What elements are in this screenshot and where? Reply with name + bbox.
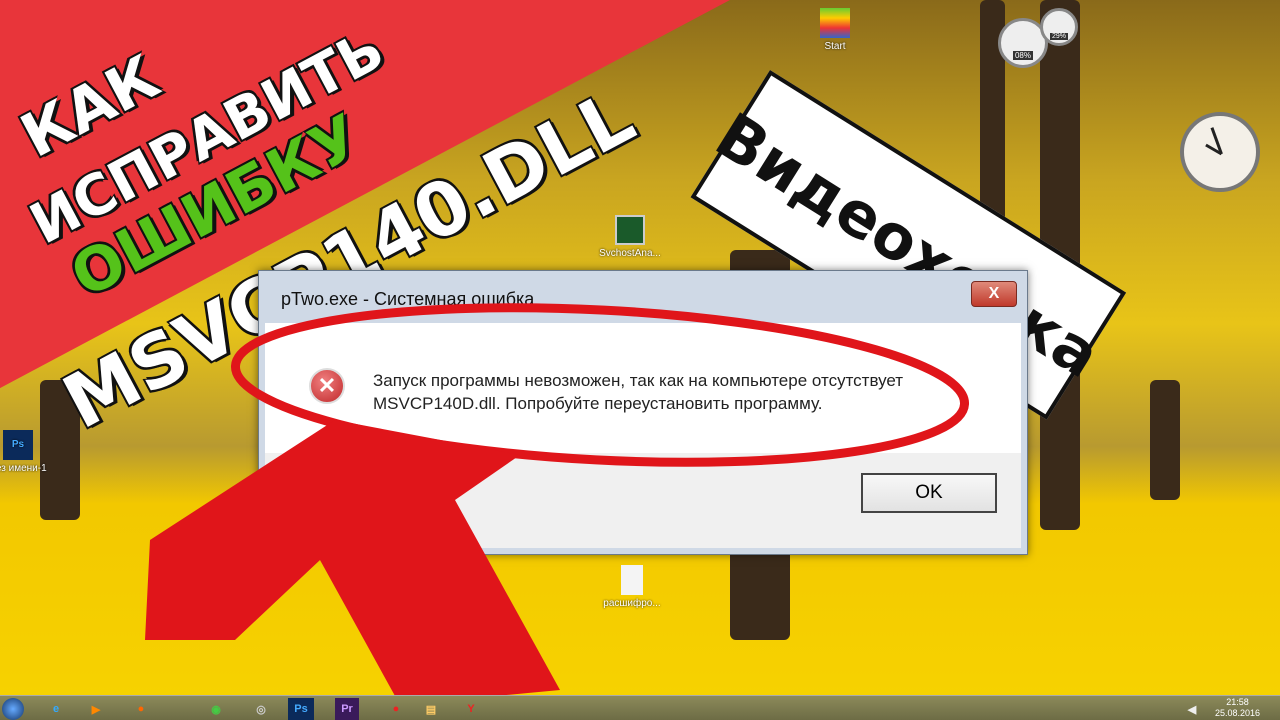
- yandex-browser-icon[interactable]: Y: [455, 698, 487, 720]
- close-button[interactable]: X: [971, 281, 1017, 307]
- ram-gadget[interactable]: 29%: [1040, 8, 1078, 46]
- bluestacks-icon: [820, 8, 850, 38]
- taskbar: e ▶ ● ◉ ◎ Ps Pr ● ▤ Y ◀ 21:58 25.08.2016: [0, 695, 1280, 720]
- dialog-title: pTwo.exe - Системная ошибка: [281, 289, 535, 309]
- error-message: Запуск программы невозможен, так как на …: [373, 371, 904, 413]
- desktop-icon-doc1[interactable]: как исправить...: [390, 565, 470, 609]
- media-player-icon[interactable]: ▶: [80, 698, 112, 720]
- document-icon: [419, 565, 441, 595]
- ok-button[interactable]: OK: [861, 473, 997, 513]
- dialog-footer: OK: [265, 453, 1021, 548]
- volume-icon[interactable]: ◀: [1185, 698, 1199, 720]
- error-icon: ✕: [309, 368, 345, 404]
- desktop-icon-psd[interactable]: PsБез имени-1: [0, 430, 58, 474]
- ie-icon[interactable]: e: [40, 698, 72, 720]
- photoshop-taskbar-icon[interactable]: Ps: [288, 698, 314, 720]
- clock[interactable]: 21:58 25.08.2016: [1215, 697, 1260, 719]
- firefox-icon[interactable]: ●: [125, 698, 157, 720]
- dialog-body: ✕ Запуск программы невозможен, так как н…: [265, 323, 1021, 453]
- flash-icon[interactable]: ●: [380, 698, 412, 720]
- premiere-taskbar-icon[interactable]: Pr: [335, 698, 359, 720]
- tree: [1150, 380, 1180, 500]
- error-dialog: pTwo.exe - Системная ошибка X ✕ Запуск п…: [258, 270, 1028, 555]
- document-icon: [621, 565, 643, 595]
- monitor-icon: [615, 215, 645, 245]
- chrome-icon[interactable]: ◉: [200, 698, 232, 720]
- desktop-icon-svchost[interactable]: SvchostAna...: [590, 215, 670, 259]
- desktop-icon-bluestacks[interactable]: Start: [795, 8, 875, 52]
- start-button[interactable]: [2, 698, 24, 720]
- explorer-icon[interactable]: ▤: [415, 698, 447, 720]
- desktop-icon-doc2[interactable]: расшифро...: [592, 565, 672, 609]
- media-icon[interactable]: ◎: [245, 698, 277, 720]
- clock-gadget[interactable]: [1180, 112, 1260, 192]
- photoshop-icon: Ps: [3, 430, 33, 460]
